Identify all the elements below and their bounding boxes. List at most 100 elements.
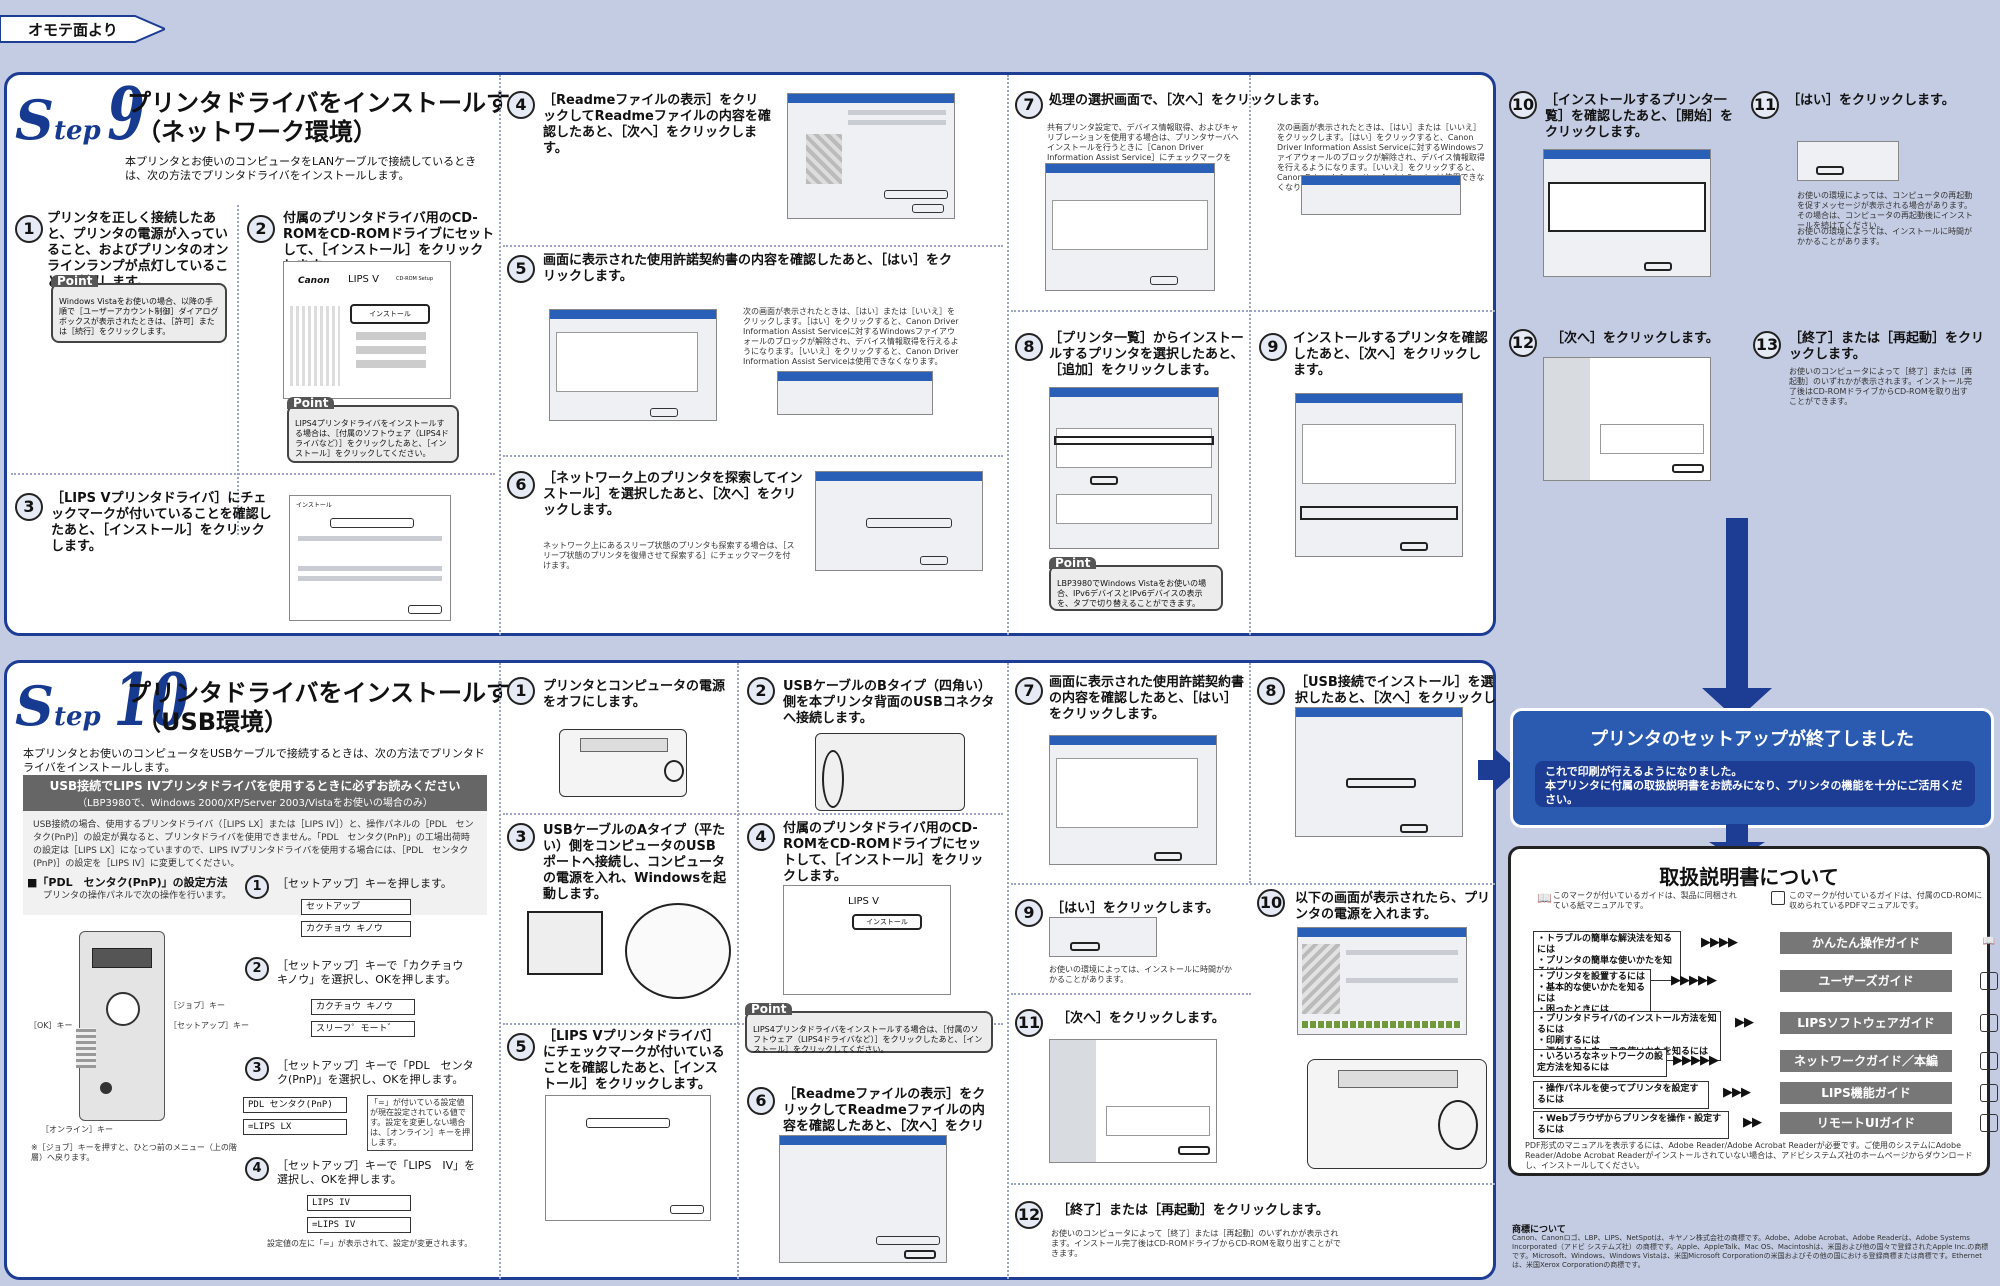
start-button[interactable] [1644,262,1672,271]
pdl-step4-note: 設定値の左に「=」が表示されて、設定が変更されます。 [267,1239,473,1248]
install-button[interactable] [670,1205,704,1214]
readme-button[interactable] [876,1236,940,1245]
install-button[interactable]: インストール [852,914,922,930]
step10-s5-screenshot [545,1095,711,1221]
manual-guide-software[interactable]: LIPSソフトウェアガイド [1780,1012,1952,1034]
step9-s3-number: 3 [15,493,43,521]
pdf-icon [1980,1014,1998,1032]
step10-s8-number: 8 [1257,677,1285,705]
label-ok-key: ［OK］キー [29,1021,73,1030]
next-button[interactable] [1150,276,1178,285]
flow-arrow [1726,518,1748,688]
step9-s5-text: 画面に表示された使用許諾契約書の内容を確認したあと、［はい］をクリックします。 [543,253,952,284]
next-button[interactable] [1672,464,1704,473]
step9-s8-text: ［プリンタ一覧］からインストールするプリンタを選択したあと、［追加］をクリックし… [1049,331,1244,378]
manual-row-desc: ・操作パネルを使ってプリンタを設定するには [1533,1081,1709,1109]
manual-arrow [1726,824,1748,844]
step10-s4-text: 付属のプリンタドライバ用のCD-ROMをCD-ROMドライブにセットして、［イン… [783,821,984,884]
manual-guide-network[interactable]: ネットワークガイド／本編 [1780,1050,1952,1072]
step9-s5-dialog [777,371,933,415]
pdl-setting-title: ■「PDL センタク(PnP)」の設定方法 [27,876,228,889]
step9-s6-number: 6 [507,471,535,499]
manual-guide-users[interactable]: ユーザーズガイド [1780,970,1952,992]
next-button[interactable] [920,556,948,565]
yes-button[interactable] [1154,852,1182,861]
install-button[interactable]: インストール [350,304,430,324]
readme-button[interactable] [884,190,948,199]
step10-s6-number: 6 [747,1087,775,1115]
step9-s11-note1: お使いの環境によっては、コンピュータの再起動を促すメッセージが表示される場合があ… [1797,191,1973,230]
label-online-key: ［オンライン］キー [41,1125,113,1134]
step9-s12-text: ［次へ］をクリックします。 [1551,331,1719,346]
manual-row: ・トラブルの簡単な解決法を知るには ・プリンタの簡単な使いかたを知るには ▶▶▶… [1533,931,2000,981]
step9-s2-screenshot: Canon LIPS V CD-ROM Setup インストール [283,261,451,399]
label-job-key: ［ジョブ］キー [169,1001,225,1010]
legend-book: このマークが付いているガイドは、製品に同梱されている紙マニュアルです。 [1553,891,1737,910]
pdf-icon [1980,1084,1998,1102]
yes-button[interactable] [1070,942,1100,951]
next-button[interactable] [1178,1146,1210,1155]
step10-s4-screenshot: LIPS V インストール [783,885,951,995]
manual-guide-lips[interactable]: LIPS機能ガイド [1780,1082,1952,1104]
step9-s1-point: Point Windows Vistaをお使いの場合、以降の手順で［ユーザーアカウ… [51,275,227,343]
manual-row-desc: ・Webブラウザからプリンタを操作・設定するには [1533,1111,1729,1139]
step10-s10-text: 以下の画面が表示されたら、プリンタの電源を入れます。 [1295,891,1491,922]
next-button[interactable] [1400,824,1428,833]
step10-s12-note: お使いのコンピュータによって［終了］または［再起動］のいずれかが表示されます。イ… [1051,1229,1341,1258]
step9-s10-number: 10 [1509,91,1537,119]
yes-button[interactable] [1816,166,1844,175]
printer-illustration [559,729,687,797]
step9-s9-text: インストールするプリンタを確認したあと、［次へ］をクリックします。 [1293,331,1488,378]
pdl-step1-lcd1: セットアップ [301,899,411,915]
yes-button[interactable] [650,408,678,417]
manual-row-desc: ・いろいろなネットワークの設定方法を知るには [1533,1049,1667,1077]
next-button[interactable] [912,204,944,213]
step9-s7-dialog [1301,175,1461,215]
book-icon: 📖 [1537,891,1552,905]
step9-s8-point: Point LBP3980でWindows Vistaをお使いの場合、IPv6デバ… [1049,557,1223,611]
ok-key[interactable] [106,992,140,1026]
next-button[interactable] [904,1250,936,1259]
step10-s9-number: 9 [1015,899,1043,927]
step9-s5-note: 次の画面が表示されたときは、［はい］または［いいえ］をクリックします。［はい］を… [743,307,959,366]
add-button[interactable] [1090,476,1118,485]
step9-s3-screenshot: インストール [289,495,451,621]
pdl-step4-lcd2: =LIPS IV [307,1217,411,1233]
step9-s8-number: 8 [1015,333,1043,361]
step10-s10-screenshot [1297,927,1467,1035]
step9-intro: 本プリンタとお使いのコンピュータをLANケーブルで接続しているときは、次の方法で… [125,155,477,182]
manual-row: ・Webブラウザからプリンタを操作・設定するには ▶▶ リモートUIガイド [1533,1111,2000,1139]
step9-s11-text: ［はい］をクリックします。 [1787,93,1955,108]
step9-s12-number: 12 [1509,329,1537,357]
step9-s4-screenshot [787,93,955,219]
step9-s9-screenshot [1295,393,1463,557]
legend-pdf: このマークが付いているガイドは、付属のCD-ROMに収められているPDFマニュア… [1789,891,1983,910]
online-key[interactable] [100,1082,112,1094]
step10-s11-text: ［次へ］をクリックします。 [1057,1011,1225,1026]
step9-s11-note2: お使いの環境によっては、インストールに時間がかかることがあります。 [1797,227,1973,246]
step9-s11-number: 11 [1751,91,1779,119]
lcd-display [92,948,152,968]
step10-s11-number: 11 [1015,1009,1043,1037]
step10-s6-screenshot [779,1135,947,1263]
step9-s1-number: 1 [15,215,43,243]
pdf-icon [1771,891,1785,905]
pdl-step2-lcd2: スリーフ゜モート゛ [311,1021,415,1037]
step10-title: プリンタドライバをインストールする （USB環境） [127,679,535,736]
setup-finished-box: プリンタのセットアップが終了しました これで印刷が行えるようになりました。 本プリ… [1510,708,1994,828]
pdf-icon [1980,1052,1998,1070]
manual-guide-kantan[interactable]: かんたん操作ガイド [1780,932,1952,954]
step10-s2-text: USBケーブルのBタイプ（四角い）側を本プリンタ背面のUSBコネクタへ接続します… [783,679,995,726]
step10-s12-number: 12 [1015,1201,1043,1229]
manual-guide-remoteui[interactable]: リモートUIガイド [1780,1112,1952,1134]
step9-s13-number: 13 [1753,331,1781,359]
step9-s7-text: 処理の選択画面で、［次へ］をクリックします。 [1049,93,1327,108]
manuals-list: ・トラブルの簡単な解決法を知るには ・プリンタの簡単な使いかたを知るには ▶▶▶… [1533,931,2000,1139]
pdl-step3-text: ［セットアップ］キーで「PDL センタク(PnP)」を選択し、OKを押します。 [277,1059,474,1086]
step9-s6-note: ネットワーク上にあるスリープ状態のプリンタも探索する場合は、［スリープ状態のプリ… [543,541,795,570]
pdl-setting-sub: プリンタの操作パネルで次の操作を行います。 [43,891,232,901]
step10-s3-number: 3 [507,823,535,851]
next-button[interactable] [1400,542,1428,551]
step10-s5-text: ［LIPS Vプリンタドライバ］にチェックマークが付いていることを確認したあと、… [543,1029,725,1092]
pdf-reader-note: PDF形式のマニュアルを表示するには、Adobe Reader/Adobe Ac… [1525,1141,1973,1170]
